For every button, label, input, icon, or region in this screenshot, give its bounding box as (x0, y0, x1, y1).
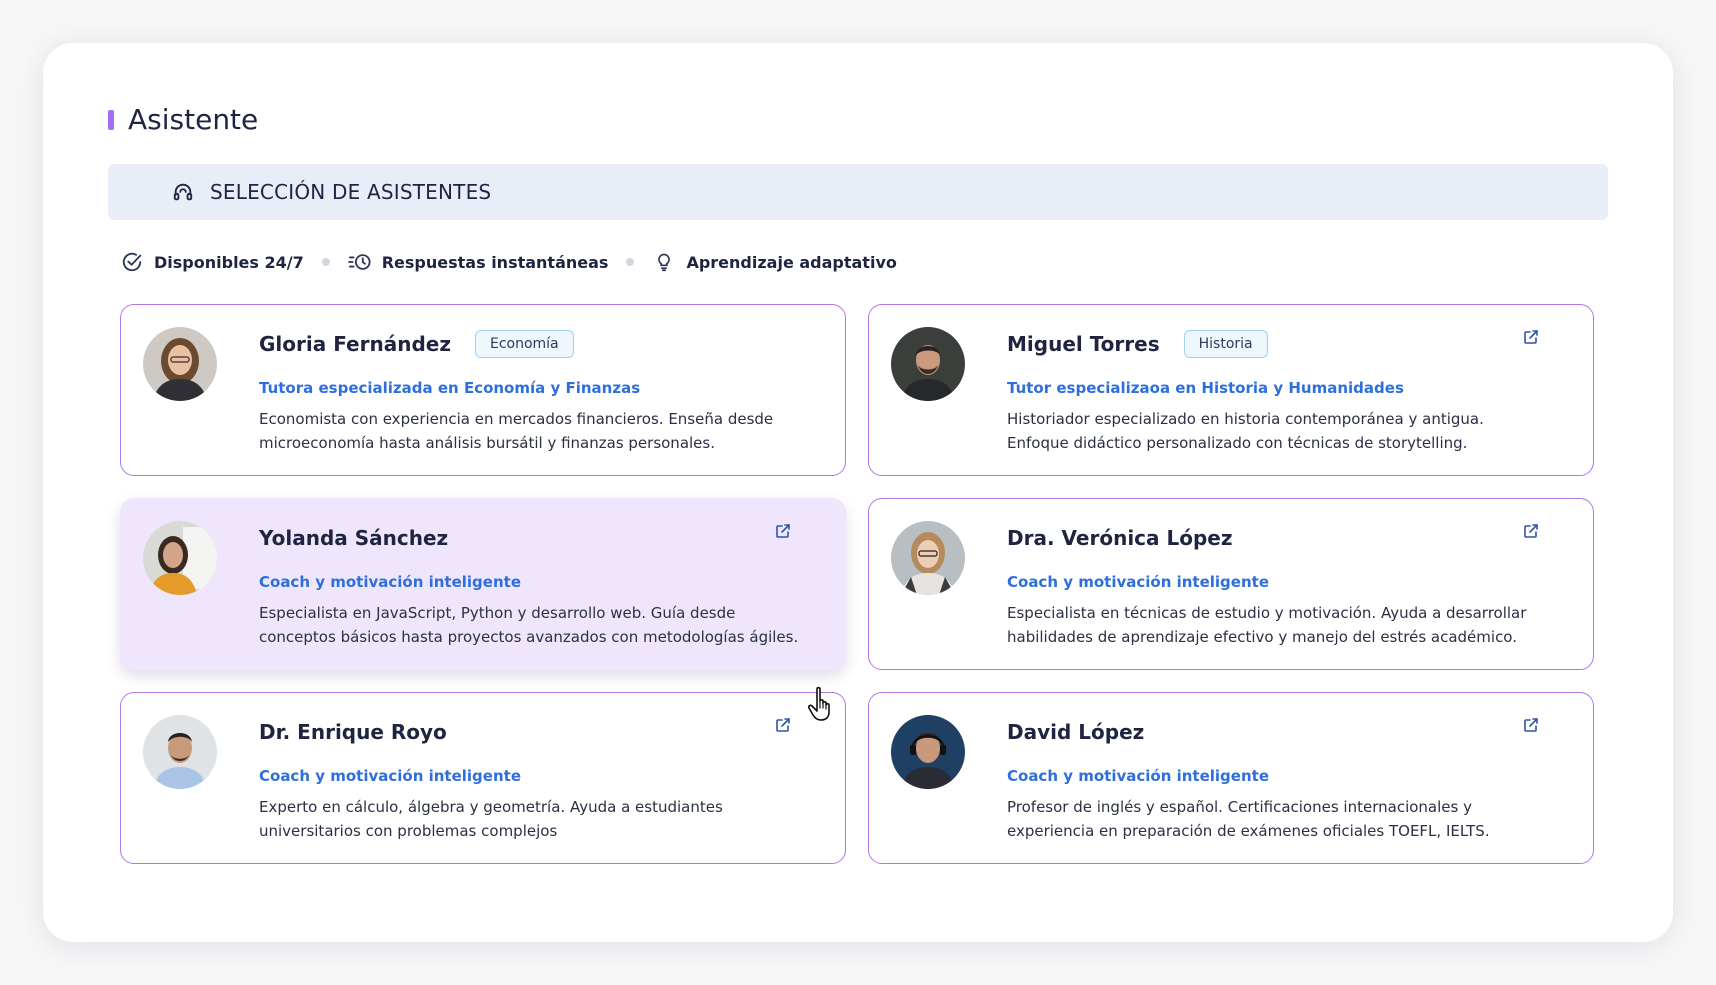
external-link-icon[interactable] (773, 715, 793, 735)
avatar (143, 715, 217, 789)
card-header: Dr. Enrique Royo (259, 715, 447, 749)
assistant-role: Tutora especializada en Economía y Finan… (259, 379, 641, 397)
title-accent-bar (108, 109, 114, 130)
assistant-description: Economista con experiencia en mercados f… (259, 410, 774, 452)
card-header: Yolanda Sánchez (259, 521, 448, 555)
card-header: Dra. Verónica López (1007, 521, 1233, 555)
section-title: SELECCIÓN DE ASISTENTES (210, 180, 492, 204)
hand-pointer-icon (807, 686, 839, 722)
external-link-icon[interactable] (1521, 327, 1541, 347)
clock-history-icon (347, 250, 372, 274)
feature-availability: Disponibles 24/7 (120, 250, 304, 274)
assistant-description: Especialista en JavaScript, Python y des… (259, 604, 799, 646)
assistant-name: Dr. Enrique Royo (259, 720, 447, 744)
avatar (143, 327, 217, 401)
external-link-icon[interactable] (773, 521, 793, 541)
feature-label: Respuestas instantáneas (381, 252, 609, 272)
feature-adaptive: Aprendizaje adaptativo (652, 250, 897, 274)
subject-badge: Economía (474, 330, 574, 358)
assistant-name: Yolanda Sánchez (259, 526, 449, 550)
assistant-description: Profesor de inglés y español. Certificac… (1007, 798, 1490, 840)
assistant-role: Tutor especializaoa en Historia y Humani… (1007, 379, 1404, 397)
assistant-card[interactable]: Miguel Torres Historia Tutor especializa… (868, 304, 1594, 476)
avatar (891, 327, 965, 401)
headset-icon (172, 180, 196, 204)
feature-instant: Respuestas instantáneas (347, 250, 609, 274)
section-banner: SELECCIÓN DE ASISTENTES (108, 164, 1608, 220)
assistant-description: Historiador especializado en historia co… (1007, 410, 1484, 452)
assistant-card[interactable]: David López Coach y motivación inteligen… (868, 692, 1594, 864)
external-link-icon[interactable] (1521, 715, 1541, 735)
assistant-role: Coach y motivación inteligente (259, 573, 521, 591)
assistant-card[interactable]: Dr. Enrique Royo Coach y motivación inte… (120, 692, 846, 864)
avatar (891, 521, 965, 595)
page-title: Asistente (128, 103, 259, 136)
separator-dot (321, 258, 330, 266)
assistant-card[interactable]: Gloria Fernández Economía Tutora especia… (120, 304, 846, 476)
features-row: Disponibles 24/7 Respuestas instantáneas (120, 247, 897, 277)
lightbulb-icon (652, 250, 676, 274)
assistant-name: Gloria Fernández (259, 332, 451, 356)
check-circle-icon (120, 250, 144, 274)
assistant-description: Especialista en técnicas de estudio y mo… (1007, 604, 1527, 646)
feature-label: Aprendizaje adaptativo (686, 252, 897, 272)
assistant-card[interactable]: Yolanda Sánchez Coach y motivación intel… (120, 498, 846, 670)
subject-badge: Historia (1183, 330, 1268, 358)
assistant-name: Dra. Verónica López (1007, 526, 1233, 550)
card-header: Miguel Torres Historia (1007, 327, 1268, 361)
main-panel: Asistente SELECCIÓN DE ASISTENTES Dispon… (43, 43, 1673, 942)
card-header: Gloria Fernández Economía (259, 327, 574, 361)
assistant-description: Experto en cálculo, álgebra y geometría.… (259, 798, 723, 840)
avatar (143, 521, 217, 595)
avatar (891, 715, 965, 789)
assistant-role: Coach y motivación inteligente (259, 767, 521, 785)
assistant-name: David López (1007, 720, 1145, 744)
external-link-icon[interactable] (1521, 521, 1541, 541)
assistant-role: Coach y motivación inteligente (1007, 767, 1269, 785)
assistant-card[interactable]: Dra. Verónica López Coach y motivación i… (868, 498, 1594, 670)
separator-dot (626, 258, 635, 266)
assistant-role: Coach y motivación inteligente (1007, 573, 1269, 591)
feature-label: Disponibles 24/7 (154, 252, 304, 272)
assistant-name: Miguel Torres (1007, 332, 1160, 356)
card-header: David López (1007, 715, 1144, 749)
page-header: Asistente (108, 103, 258, 136)
